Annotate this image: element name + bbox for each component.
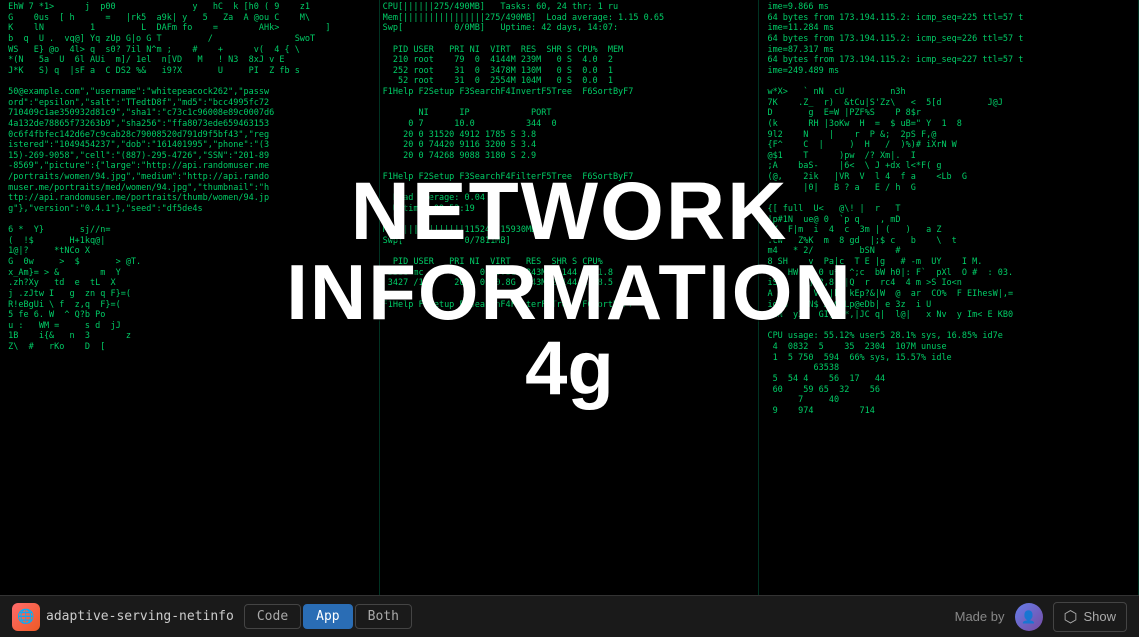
terminal-col-2: CPU[||||||275/490MB] Tasks: 60, 24 thr; … [380,0,760,595]
app-icon: 🌐 [12,603,40,631]
tab-buttons-group: Code App Both [244,604,412,629]
tab-code[interactable]: Code [244,604,301,629]
bottom-left-section: 🌐 adaptive-serving-netinfo Code App Both [12,603,412,631]
made-by-label: Made by [955,609,1005,624]
show-button[interactable]: ⬡ Show [1053,602,1128,632]
show-label: Show [1083,609,1116,624]
tab-both[interactable]: Both [355,604,412,629]
avatar: 👤 [1015,603,1043,631]
terminal-col-1: EhW 7 *1> j p00 y hC k [h0 ( 9 z1 G 0us … [0,0,380,595]
terminal-background: EhW 7 *1> j p00 y hC k [h0 ( 9 z1 G 0us … [0,0,1139,595]
terminal-col-3: ime=9.866 ms 64 bytes from 173.194.115.2… [759,0,1139,595]
bottom-toolbar: 🌐 adaptive-serving-netinfo Code App Both… [0,595,1139,637]
app-name-label: adaptive-serving-netinfo [46,609,234,624]
bottom-right-section: Made by 👤 ⬡ Show [955,602,1127,632]
show-icon: ⬡ [1064,607,1078,627]
tab-app[interactable]: App [303,604,352,629]
